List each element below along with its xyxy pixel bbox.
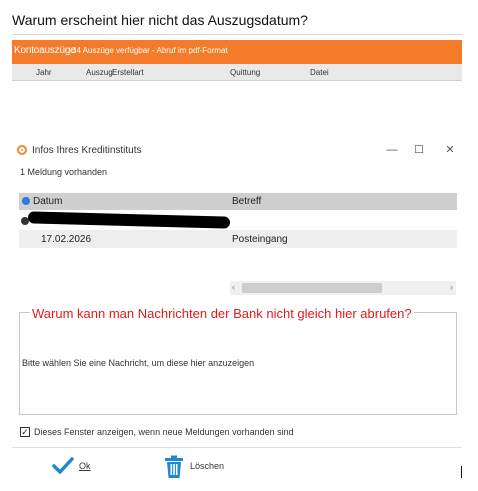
bank-panel-subtitle: 34 Auszüge verfügbar - Abruf im pdf-Form… <box>72 46 228 55</box>
col-auszug[interactable]: Auszug <box>86 68 113 77</box>
ok-label: Ok <box>79 461 91 471</box>
bank-info-icon <box>17 145 27 155</box>
divider <box>12 34 462 35</box>
header-betreff[interactable]: Betreff <box>232 196 261 207</box>
col-erstellart[interactable]: Erstellart <box>112 68 144 77</box>
col-datei[interactable]: Datei <box>310 68 329 77</box>
question-bottom: Warum kann man Nachrichten der Bank nich… <box>30 306 414 321</box>
header-datum[interactable]: Datum <box>33 196 62 207</box>
col-jahr[interactable]: Jahr <box>36 68 52 77</box>
show-window-checkbox[interactable]: ✓ <box>20 427 30 437</box>
question-top: Warum erscheint hier nicht das Auszugsda… <box>12 12 308 28</box>
divider <box>12 447 462 448</box>
bank-panel-title: Kontoauszüge <box>14 45 76 56</box>
message-subject: Posteingang <box>232 234 288 245</box>
maximize-button[interactable]: ☐ <box>411 142 427 158</box>
checkmark-icon <box>52 457 74 474</box>
table-row[interactable]: 17.02.2026 Posteingang <box>19 230 457 248</box>
scroll-right-icon[interactable]: › <box>450 282 453 292</box>
message-date: 17.02.2026 <box>41 234 92 245</box>
message-count: 1 Meldung vorhanden <box>20 167 108 177</box>
col-quittung[interactable]: Quittung <box>230 68 260 77</box>
horizontal-scrollbar[interactable]: ‹ › <box>230 281 456 295</box>
ok-button[interactable]: Ok <box>52 455 102 477</box>
scroll-left-icon[interactable]: ‹ <box>232 282 235 292</box>
close-button[interactable]: ✕ <box>442 142 458 158</box>
statement-column-headers: Jahr Auszug Erstellart Quittung Datei <box>12 64 462 80</box>
collapse-all-icon[interactable] <box>22 197 30 205</box>
minimize-button[interactable]: — <box>384 142 400 158</box>
message-placeholder: Bitte wählen Sie eine Nachricht, um dies… <box>22 358 255 368</box>
show-window-label[interactable]: Dieses Fenster anzeigen, wenn neue Meldu… <box>34 427 294 437</box>
scroll-thumb[interactable] <box>242 283 382 293</box>
dialog-title: Infos Ihres Kreditinstituts <box>32 145 142 156</box>
bank-panel-header: Kontoauszüge 34 Auszüge verfügbar - Abru… <box>12 40 462 64</box>
messages-table-header: Datum Betreff <box>19 193 457 210</box>
text-cursor <box>461 466 462 478</box>
divider <box>12 80 462 81</box>
delete-label: Löschen <box>190 461 225 471</box>
delete-button[interactable]: Löschen <box>164 455 244 479</box>
trash-icon <box>165 455 183 478</box>
